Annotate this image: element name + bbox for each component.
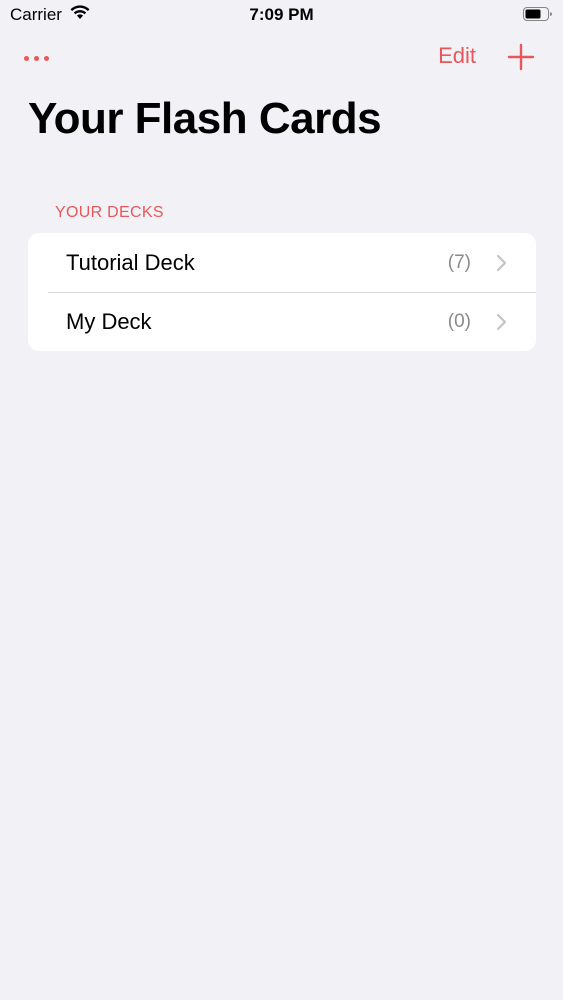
deck-row-tutorial-deck[interactable]: Tutorial Deck (7) [28,233,536,292]
deck-card-count: (7) [447,251,471,273]
navigation-bar: Edit [0,30,563,86]
ellipsis-dot [44,55,49,61]
add-button[interactable] [507,43,535,71]
ellipsis-icon [24,55,29,61]
more-options-button[interactable] [24,46,64,70]
clock: 7:09 PM [249,5,314,24]
deck-card-count: (0) [447,310,471,332]
battery-icon [523,7,553,22]
deck-row-my-deck[interactable]: My Deck (0) [28,292,536,351]
deck-name: My Deck [66,308,152,334]
ellipsis-dot [34,55,39,61]
section-header-your-decks: YOUR DECKS [55,204,164,221]
plus-icon [507,43,535,71]
edit-button[interactable]: Edit [438,43,476,69]
deck-list: Tutorial Deck (7) My Deck (0) [28,233,536,351]
status-bar: Carrier 7:09 PM [0,0,563,30]
deck-name: Tutorial Deck [66,249,195,275]
chevron-right-icon [496,313,508,331]
chevron-right-icon [496,254,508,272]
page-title: Your Flash Cards [28,94,382,143]
